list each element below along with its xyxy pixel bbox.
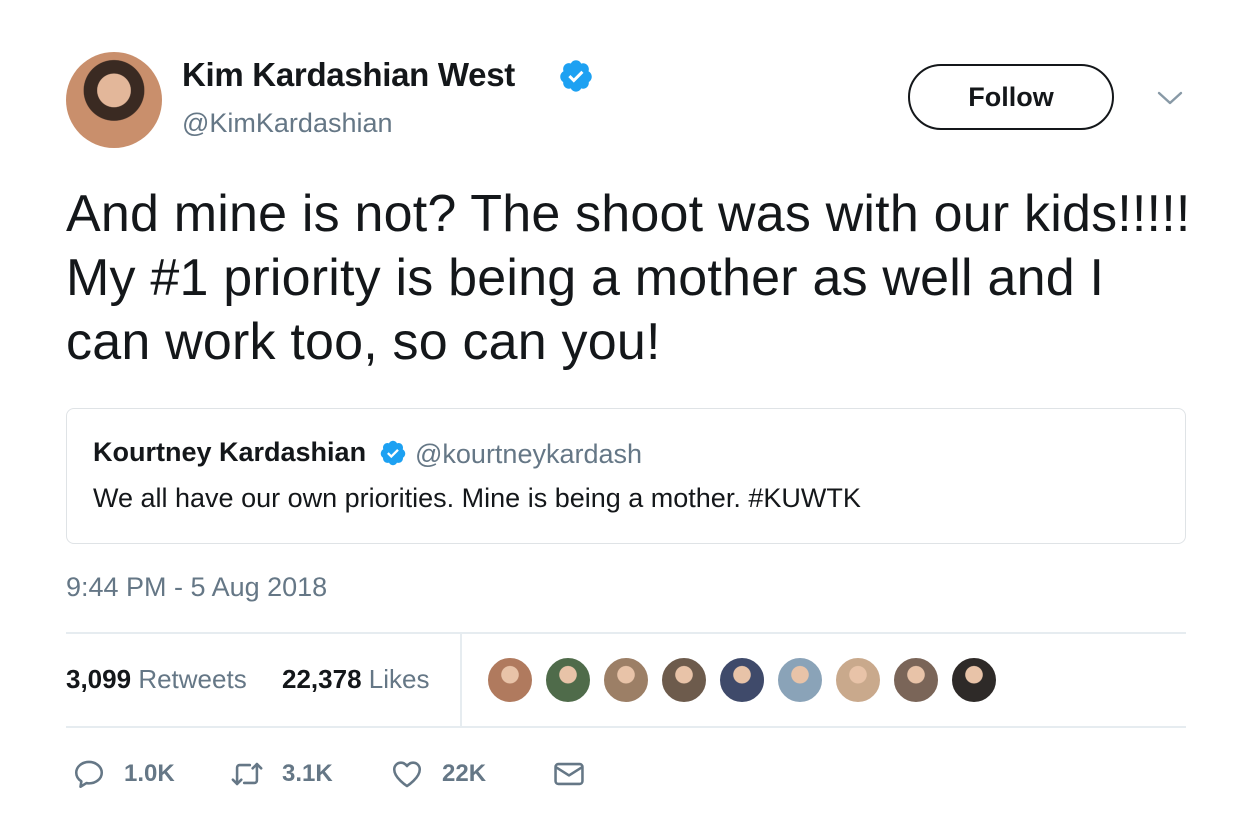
verified-icon: [560, 60, 592, 92]
retweet-count: 3.1K: [282, 760, 333, 787]
liker-avatar[interactable]: [950, 656, 998, 704]
quoted-tweet-text: We all have our own priorities. Mine is …: [93, 483, 861, 513]
author-handle[interactable]: @KimKardashian: [182, 108, 393, 139]
retweets-label: Retweets: [138, 664, 247, 694]
quoted-tweet[interactable]: Kourtney Kardashian @kourtneykardash We …: [66, 408, 1186, 544]
likes-stat[interactable]: 22,378 Likes: [282, 664, 429, 695]
follow-button[interactable]: Follow: [908, 64, 1114, 130]
verified-icon: [380, 440, 406, 466]
retweets-stat[interactable]: 3,099 Retweets: [66, 664, 247, 695]
tweet-timestamp[interactable]: 9:44 PM - 5 Aug 2018: [66, 572, 327, 603]
author-name[interactable]: Kim Kardashian West: [182, 56, 515, 94]
likes-count: 22,378: [282, 664, 362, 694]
liker-avatar[interactable]: [486, 656, 534, 704]
chevron-down-icon[interactable]: [1156, 88, 1184, 108]
retweet-icon: [231, 762, 263, 786]
quoted-author-name: Kourtney Kardashian: [93, 437, 367, 467]
liker-avatar[interactable]: [660, 656, 708, 704]
liker-avatar[interactable]: [602, 656, 650, 704]
retweet-button[interactable]: 3.1K: [230, 754, 333, 794]
reply-icon: [74, 760, 104, 789]
liker-avatar[interactable]: [834, 656, 882, 704]
divider: [460, 634, 462, 726]
liker-avatar[interactable]: [892, 656, 940, 704]
like-count: 22K: [442, 760, 487, 787]
reply-count: 1.0K: [124, 760, 175, 787]
like-button[interactable]: 22K: [390, 754, 486, 794]
mail-icon: [554, 762, 584, 786]
direct-message-button[interactable]: [552, 754, 586, 794]
retweets-count: 3,099: [66, 664, 132, 694]
author-avatar[interactable]: [66, 52, 162, 148]
quoted-author-handle: @kourtneykardash: [415, 439, 643, 469]
tweet-text: And mine is not? The shoot was with our …: [66, 185, 1191, 371]
divider: [66, 726, 1186, 728]
liker-avatar[interactable]: [776, 656, 824, 704]
likes-label: Likes: [368, 664, 430, 694]
divider: [66, 632, 1186, 634]
liker-avatar[interactable]: [544, 656, 592, 704]
reply-button[interactable]: 1.0K: [72, 754, 175, 794]
heart-icon: [392, 761, 422, 788]
liker-avatar[interactable]: [718, 656, 766, 704]
